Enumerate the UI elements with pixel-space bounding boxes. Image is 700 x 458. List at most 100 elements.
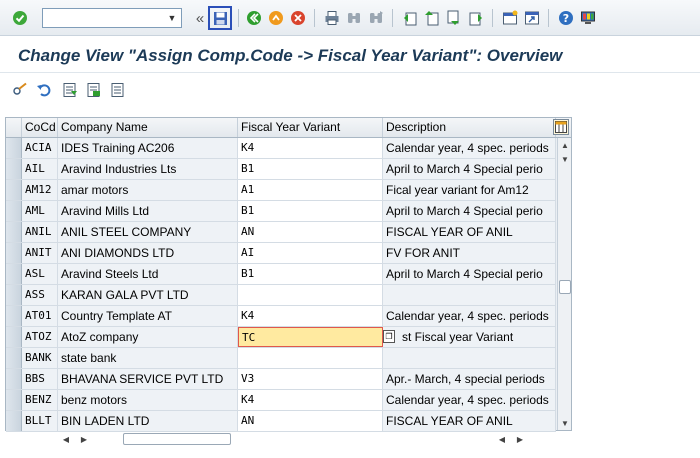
cell-description: st Fiscal year Variant [383,327,556,347]
table-row: ASL Aravind Steels Ltd B1 April to March 4 … [6,264,556,285]
fiscal-year-variant-input[interactable]: B1 [238,201,383,221]
cell-description: FISCAL YEAR OF ANIL [383,222,556,242]
layout-icon[interactable] [578,8,598,28]
cancel-icon[interactable] [288,8,308,28]
cell-company-code: ASS [22,285,58,305]
cell-company-name: ANIL STEEL COMPANY [58,222,238,242]
fiscal-year-variant-input[interactable] [238,348,383,368]
new-session-icon[interactable] [500,8,520,28]
row-selector[interactable] [6,243,22,263]
cell-description: Fical year variant for Am12 [383,180,556,200]
table-header: CoCd Company Name Fiscal Year Variant De… [6,118,571,138]
fiscal-year-variant-input[interactable]: V3 [238,369,383,389]
row-selector[interactable] [6,264,22,284]
table-row: AM12 amar motors A1 Fical year variant for … [6,180,556,201]
find-next-icon[interactable] [366,8,386,28]
undo-icon[interactable] [34,80,54,100]
column-header-company-name[interactable]: Company Name [58,118,238,137]
cell-description [383,348,556,368]
row-selector[interactable] [6,369,22,389]
expand-icon[interactable]: « [190,8,210,28]
row-selector[interactable] [6,285,22,305]
fiscal-year-variant-input[interactable]: B1 [238,264,383,284]
select-all-icon[interactable] [60,80,80,100]
row-selector[interactable] [6,306,22,326]
horizontal-scroll-thumb[interactable] [123,433,231,445]
cell-company-code: AIL [22,159,58,179]
system-toolbar: ▼ « ? [0,0,700,36]
fiscal-year-variant-input[interactable]: A1 [238,180,383,200]
cell-company-name: BIN LADEN LTD [58,411,238,431]
exit-icon[interactable] [266,8,286,28]
save-icon[interactable] [208,6,232,30]
select-block-icon[interactable] [84,80,104,100]
row-selector[interactable] [6,390,22,410]
cell-company-name: Aravind Mills Ltd [58,201,238,221]
row-selector[interactable] [6,411,22,431]
scroll-down-icon[interactable]: ▼ [558,152,572,166]
fiscal-year-variant-input[interactable]: K4 [238,306,383,326]
table-settings-icon[interactable] [553,119,569,135]
row-selector[interactable] [6,138,22,158]
fiscal-year-variant-input[interactable]: K4 [238,390,383,410]
find-icon[interactable] [344,8,364,28]
horizontal-scrollbar[interactable]: ◀ ▶ ◀ ▶ [55,432,530,446]
print-icon[interactable] [322,8,342,28]
next-page-icon[interactable] [444,8,464,28]
row-selector[interactable] [6,180,22,200]
cell-company-name: benz motors [58,390,238,410]
deselect-all-icon[interactable] [108,80,128,100]
toolbar-separator [492,9,493,27]
cell-company-code: BLLT [22,411,58,431]
fiscal-year-variant-input[interactable]: AN [238,222,383,242]
cell-company-code: ASL [22,264,58,284]
cell-description [383,285,556,305]
fiscal-year-variant-input[interactable]: TC [238,327,383,347]
cell-company-code: AM12 [22,180,58,200]
column-header-fiscal-year-variant[interactable]: Fiscal Year Variant [238,118,383,137]
scroll-up-icon[interactable]: ▲ [558,138,572,152]
scroll-left-end-icon[interactable]: ◀ [495,432,509,446]
select-all-rows-button[interactable] [6,118,22,137]
table-row: BANK state bank [6,348,556,369]
vertical-scrollbar[interactable]: ▲ ▼ ▼ [557,138,571,430]
cell-company-code: AML [22,201,58,221]
prev-page-icon[interactable] [422,8,442,28]
value-help-icon[interactable]: ❐ [383,330,395,343]
fiscal-year-variant-input[interactable]: AI [238,243,383,263]
scroll-right-icon[interactable]: ▶ [77,432,91,446]
column-header-cocd[interactable]: CoCd [22,118,58,137]
cell-company-name: IDES Training AC206 [58,138,238,158]
back-icon[interactable] [244,8,264,28]
enter-icon[interactable] [10,8,30,28]
row-selector[interactable] [6,222,22,242]
cell-company-code: BBS [22,369,58,389]
command-input[interactable] [43,9,161,27]
shortcut-icon[interactable] [522,8,542,28]
last-page-icon[interactable] [466,8,486,28]
fiscal-year-variant-input[interactable] [238,285,383,305]
row-selector[interactable] [6,159,22,179]
fiscal-year-variant-input[interactable]: AN [238,411,383,431]
change-display-icon[interactable] [10,80,30,100]
scroll-down-end-icon[interactable]: ▼ [558,416,572,430]
vertical-scroll-thumb[interactable] [559,280,571,294]
help-icon[interactable]: ? [556,8,576,28]
column-header-description[interactable]: Description [383,118,556,137]
fiscal-year-variant-input[interactable]: K4 [238,138,383,158]
table-row: BLLT BIN LADEN LTD AN FISCAL YEAR OF ANIL [6,411,556,432]
cell-company-name: Aravind Steels Ltd [58,264,238,284]
chevron-down-icon[interactable]: ▼ [163,9,181,27]
table-row: AML Aravind Mills Ltd B1 April to March 4 S… [6,201,556,222]
scroll-left-icon[interactable]: ◀ [59,432,73,446]
row-selector[interactable] [6,348,22,368]
row-selector[interactable] [6,201,22,221]
row-selector[interactable] [6,327,22,347]
command-field[interactable]: ▼ [42,8,182,28]
application-toolbar [0,76,700,104]
table-row: AT01 Country Template AT K4 Calendar year, … [6,306,556,327]
first-page-icon[interactable] [400,8,420,28]
fiscal-year-variant-input[interactable]: B1 [238,159,383,179]
page-title: Change View "Assign Comp.Code -> Fiscal … [18,46,563,65]
scroll-right-end-icon[interactable]: ▶ [513,432,527,446]
